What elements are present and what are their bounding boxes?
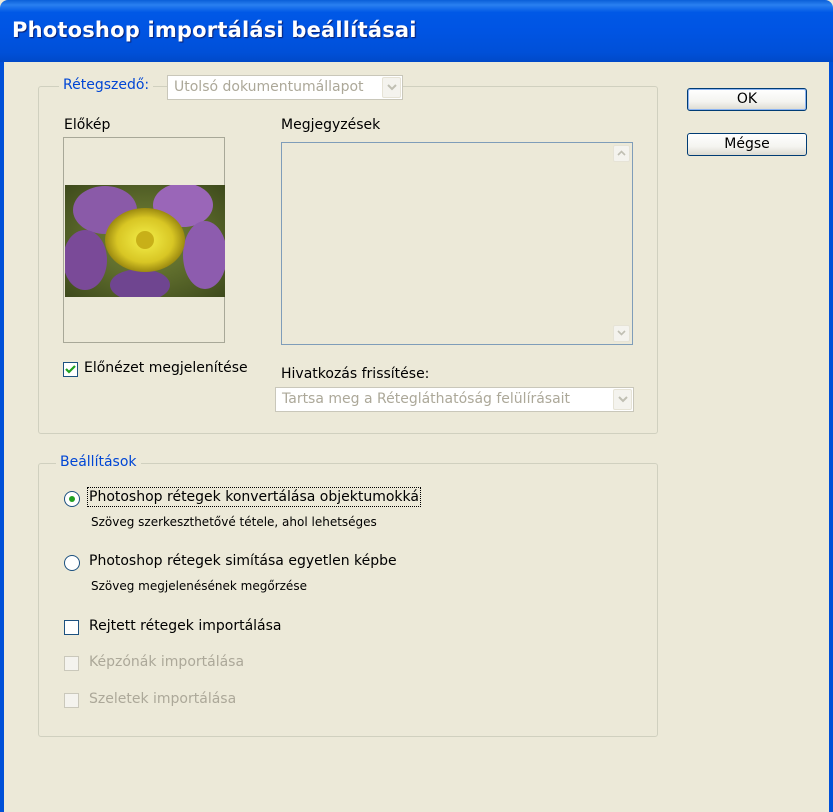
preview-image (65, 185, 225, 297)
convert-layers-radio[interactable] (64, 491, 80, 507)
hidden-layers-label[interactable]: Rejtett rétegek importálása (89, 618, 282, 634)
slices-label: Szeletek importálása (89, 691, 237, 707)
update-link-select[interactable]: Tartsa meg a Rétegláthatóság felülírásai… (275, 387, 634, 412)
image-maps-label: Képzónák importálása (89, 654, 245, 670)
layer-comp-legend: Rétegszedő: (59, 77, 154, 93)
convert-layers-note: Szöveg szerkeszthetővé tétele, ahol lehe… (91, 515, 377, 529)
layer-comp-label: Rétegszedő: (63, 77, 150, 93)
chevron-down-icon (613, 389, 632, 410)
chevron-down-icon (382, 77, 401, 98)
options-legend: Beállítások (56, 454, 141, 470)
hidden-layers-checkbox[interactable] (64, 620, 79, 635)
show-preview-checkbox[interactable] (63, 362, 78, 377)
window-frame-right (829, 62, 833, 812)
layer-comp-value: Utolsó dokumentumállapot (174, 79, 364, 95)
window-frame-left (0, 62, 4, 812)
slices-checkbox[interactable] (64, 693, 79, 708)
update-link-value: Tartsa meg a Rétegláthatóság felülírásai… (282, 391, 571, 407)
image-maps-checkbox[interactable] (64, 656, 79, 671)
chevron-down-icon (617, 330, 626, 336)
notes-label: Megjegyzések (281, 117, 381, 133)
update-link-label: Hivatkozás frissítése: (281, 366, 430, 382)
convert-layers-label[interactable]: Photoshop rétegek konvertálása objektumo… (87, 487, 421, 507)
scroll-down-button[interactable] (613, 325, 630, 342)
notes-textarea[interactable] (281, 142, 633, 345)
preview-label: Előkép (64, 117, 111, 133)
checkmark-icon (65, 365, 76, 374)
flatten-layers-note: Szöveg megjelenésének megőrzése (91, 579, 307, 593)
ok-button[interactable]: OK (687, 88, 807, 111)
dialog-title: Photoshop importálási beállításai (12, 18, 417, 42)
show-preview-label[interactable]: Előnézet megjelenítése (84, 360, 248, 376)
radio-dot (69, 496, 75, 502)
cancel-button[interactable]: Mégse (687, 133, 807, 156)
title-bar[interactable]: Photoshop importálási beállításai (0, 0, 833, 62)
preview-box (63, 137, 225, 343)
layer-comp-select[interactable]: Utolsó dokumentumállapot (167, 75, 403, 100)
flatten-layers-label[interactable]: Photoshop rétegek simítása egyetlen képb… (89, 553, 397, 569)
scroll-up-button[interactable] (613, 145, 630, 162)
chevron-up-icon (617, 150, 626, 156)
flatten-layers-radio[interactable] (64, 555, 80, 571)
